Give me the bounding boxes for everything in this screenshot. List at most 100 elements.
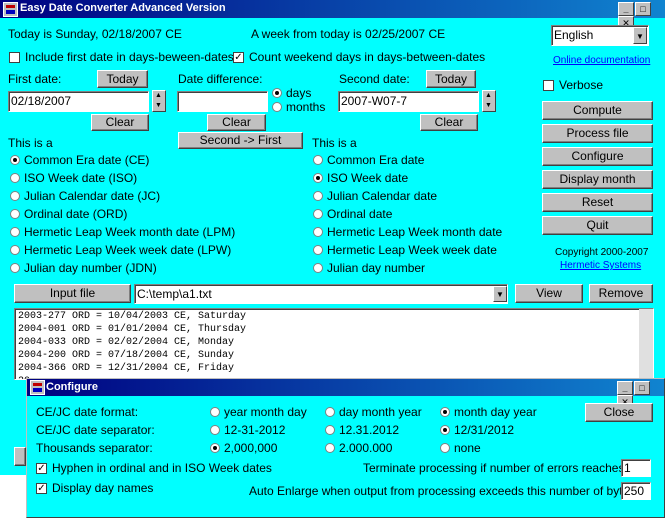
- main-window: Easy Date Converter Advanced Version _ □✕…: [0, 0, 665, 518]
- format-option-radio[interactable]: [440, 407, 450, 417]
- second-type-radio[interactable]: [313, 227, 323, 237]
- compute-button[interactable]: Compute: [542, 101, 653, 120]
- second-type-radio[interactable]: [313, 209, 323, 219]
- file-path-select[interactable]: C:\temp\a1.txt: [134, 284, 508, 304]
- thousands-label: Thousands separator:: [36, 441, 153, 455]
- terminate-input[interactable]: 1: [621, 459, 651, 477]
- thou-option-radio[interactable]: [325, 443, 335, 453]
- date-diff-input[interactable]: [177, 91, 268, 112]
- second-type-radio[interactable]: [313, 191, 323, 201]
- verbose-label: Verbose: [559, 78, 604, 92]
- output-line: 2003-277 ORD = 10/04/2003 CE, Saturday: [18, 311, 247, 322]
- thou-option-label: none: [454, 441, 481, 455]
- format-option-label: month day year: [454, 405, 537, 419]
- output-scrollbar[interactable]: [639, 309, 653, 379]
- sep-option-label: 12/31/2012: [454, 423, 515, 437]
- configure-button[interactable]: Configure: [542, 147, 653, 166]
- thou-option-radio[interactable]: [440, 443, 450, 453]
- format-option-radio[interactable]: [210, 407, 220, 417]
- second-date-spinner[interactable]: [482, 90, 496, 112]
- format-option-label: day month year: [339, 405, 422, 419]
- quit-button[interactable]: Quit: [542, 216, 653, 235]
- format-label: CE/JC date format:: [36, 405, 139, 419]
- second-today-button[interactable]: Today: [426, 70, 476, 88]
- terminate-label: Terminate processing if number of errors…: [363, 461, 628, 475]
- second-type-heading: This is a: [312, 136, 357, 150]
- minimize-icon[interactable]: _: [618, 2, 634, 16]
- configure-dialog: Configure _ □✕ CE/JC date format: CE/JC d…: [26, 378, 665, 518]
- first-date-label: First date:: [8, 72, 62, 86]
- week-text: A week from today is 02/25/2007 CE: [251, 27, 446, 41]
- copyright-text: Copyright 2000-2007: [555, 247, 649, 258]
- first-date-input[interactable]: 02/18/2007: [8, 91, 149, 112]
- first-type-label: Julian day number (JDN): [24, 261, 157, 275]
- second-type-radio[interactable]: [313, 155, 323, 165]
- first-date-spinner[interactable]: [152, 90, 166, 112]
- first-type-radio[interactable]: [10, 173, 20, 183]
- day-names-checkbox[interactable]: ✓: [36, 483, 47, 494]
- first-type-radio[interactable]: [10, 263, 20, 273]
- months-radio[interactable]: [272, 102, 282, 112]
- second-type-label: ISO Week date: [327, 171, 409, 185]
- view-button[interactable]: View: [515, 284, 583, 303]
- first-type-radio[interactable]: [10, 209, 20, 219]
- first-type-radio[interactable]: [10, 191, 20, 201]
- separator-label: CE/JC date separator:: [36, 423, 155, 437]
- second-type-radio[interactable]: [313, 263, 323, 273]
- hidden-button-stub: [14, 447, 26, 466]
- first-type-label: Hermetic Leap Week week date (LPW): [24, 243, 232, 257]
- minimize-icon[interactable]: _: [617, 381, 633, 395]
- maximize-icon[interactable]: □: [635, 2, 651, 16]
- chevron-down-icon[interactable]: ▼: [633, 27, 647, 44]
- sep-option-radio[interactable]: [210, 425, 220, 435]
- reset-button[interactable]: Reset: [542, 193, 653, 212]
- first-clear-button[interactable]: Clear: [91, 114, 149, 131]
- diff-clear-button[interactable]: Clear: [207, 114, 266, 131]
- second-to-first-button[interactable]: Second -> First: [178, 132, 303, 149]
- second-type-radio[interactable]: [313, 173, 323, 183]
- format-option-radio[interactable]: [325, 407, 335, 417]
- close-button[interactable]: Close: [585, 403, 653, 422]
- second-type-label: Julian day number: [327, 261, 426, 275]
- thou-option-radio[interactable]: [210, 443, 220, 453]
- first-type-label: ISO Week date (ISO): [24, 171, 138, 185]
- online-docs-link[interactable]: Online documentation: [553, 55, 650, 66]
- days-radio[interactable]: [272, 88, 282, 98]
- hermetic-systems-link[interactable]: Hermetic Systems: [560, 260, 641, 271]
- thou-option-label: 2.000.000: [339, 441, 393, 455]
- second-clear-button[interactable]: Clear: [420, 114, 478, 131]
- second-type-radio[interactable]: [313, 245, 323, 255]
- first-type-radio[interactable]: [10, 227, 20, 237]
- count-weekend-label: Count weekend days in days-between-dates: [249, 50, 486, 64]
- remove-button[interactable]: Remove: [589, 284, 653, 303]
- first-type-radio[interactable]: [10, 245, 20, 255]
- include-first-checkbox[interactable]: [9, 52, 20, 63]
- first-type-label: Common Era date (CE): [24, 153, 150, 167]
- first-type-label: Julian Calendar date (JC): [24, 189, 161, 203]
- first-today-button[interactable]: Today: [97, 70, 148, 88]
- chevron-down-icon[interactable]: ▼: [493, 286, 507, 302]
- second-type-label: Hermetic Leap Week week date: [327, 243, 497, 257]
- process-file-button[interactable]: Process file: [542, 124, 653, 143]
- enlarge-label: Auto Enlarge when output from processing…: [249, 484, 639, 498]
- date-diff-label: Date difference:: [178, 72, 263, 86]
- sep-option-radio[interactable]: [325, 425, 335, 435]
- first-type-radio[interactable]: [10, 155, 20, 165]
- day-names-label: Display day names: [52, 481, 154, 495]
- format-option-label: year month day: [224, 405, 307, 419]
- output-area[interactable]: 2003-277 ORD = 10/04/2003 CE, Saturday 20…: [14, 308, 654, 380]
- configure-title: Configure: [46, 381, 98, 393]
- hyphen-checkbox[interactable]: ✓: [36, 463, 47, 474]
- app-icon: [30, 380, 45, 395]
- verbose-checkbox[interactable]: [543, 80, 554, 91]
- second-date-label: Second date:: [339, 72, 410, 86]
- display-month-button[interactable]: Display month: [542, 170, 653, 189]
- input-file-button[interactable]: Input file: [14, 284, 131, 303]
- first-type-heading: This is a: [8, 136, 53, 150]
- hyphen-label: Hyphen in ordinal and in ISO Week dates: [52, 461, 272, 475]
- second-date-input[interactable]: 2007-W07-7: [338, 91, 479, 112]
- enlarge-input[interactable]: 250: [621, 482, 651, 500]
- count-weekend-checkbox[interactable]: ✓: [233, 52, 244, 63]
- sep-option-radio[interactable]: [440, 425, 450, 435]
- maximize-icon[interactable]: □: [634, 381, 650, 395]
